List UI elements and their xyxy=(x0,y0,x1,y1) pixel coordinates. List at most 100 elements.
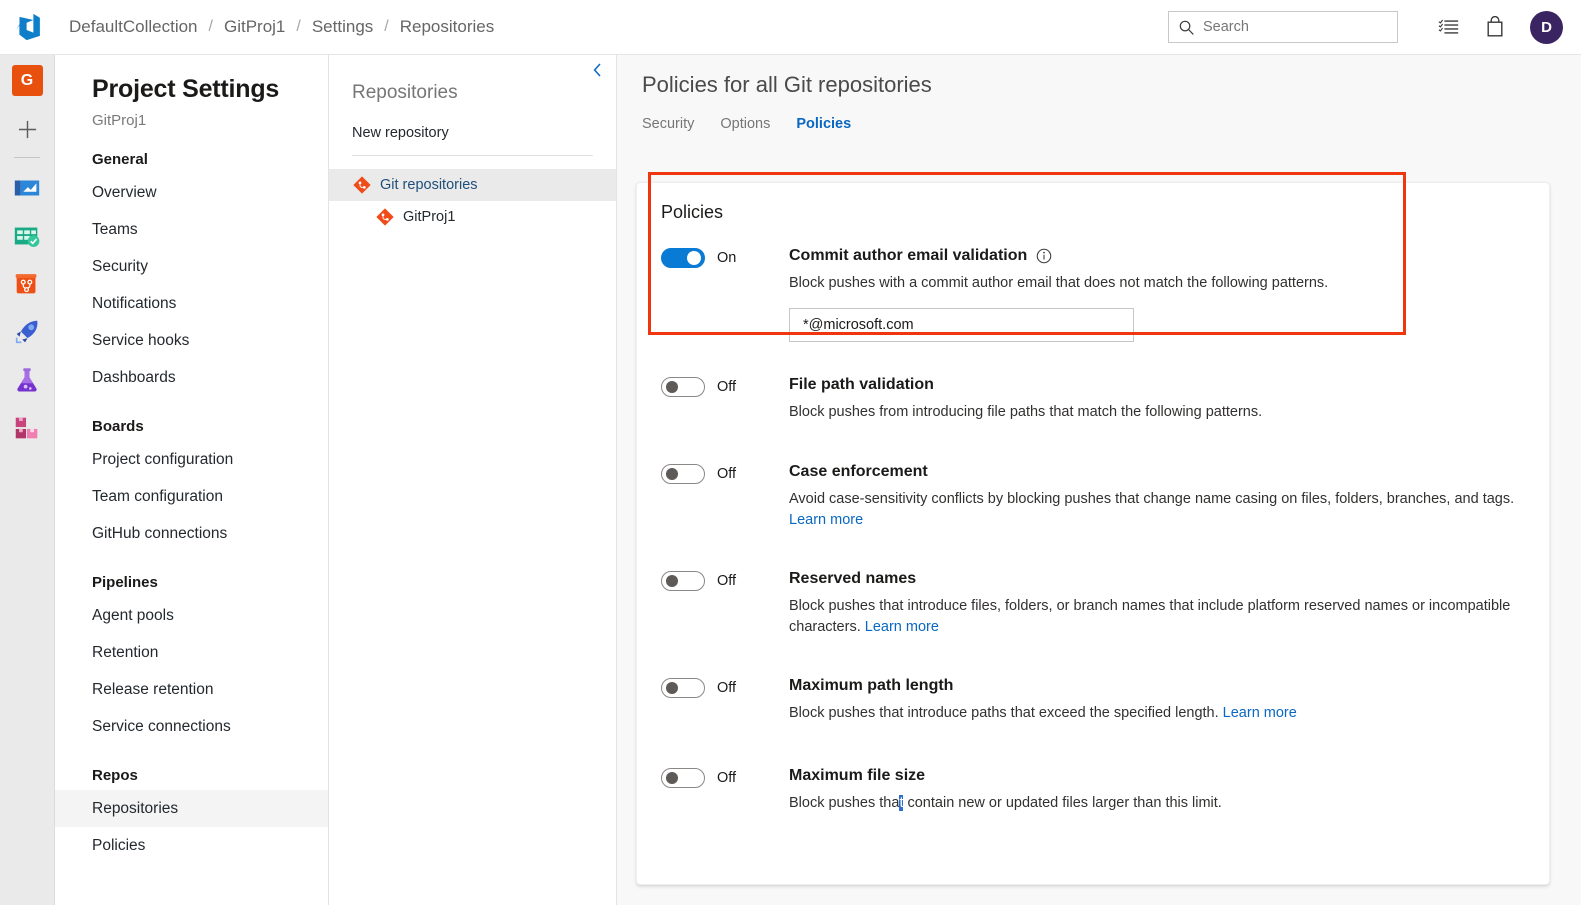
policy-description-pre: Block pushes tha xyxy=(789,795,899,811)
boards-icon[interactable] xyxy=(7,212,47,260)
toggle-reserved-names[interactable] xyxy=(661,571,705,591)
policy-row-maximum-path-length: Off Maximum path length Block pushes tha… xyxy=(637,638,1549,724)
sidebar-item-team-configuration[interactable]: Team configuration xyxy=(55,478,328,515)
sidebar-item-policies[interactable]: Policies xyxy=(55,827,328,864)
breadcrumb-item-project[interactable]: GitProj1 xyxy=(224,17,285,37)
avatar[interactable]: D xyxy=(1530,11,1563,44)
sidebar-item-repositories[interactable]: Repositories xyxy=(55,790,328,827)
toggle-maximum-path-length[interactable] xyxy=(661,678,705,698)
policy-body: Maximum file size Block pushes that cont… xyxy=(789,766,1549,814)
sidebar-item-release-retention[interactable]: Release retention xyxy=(55,671,328,708)
git-repo-icon xyxy=(375,208,394,227)
policy-title-text: Reserved names xyxy=(789,569,916,589)
policy-toggle-group: Off xyxy=(661,462,789,484)
policy-toggle-group: Off xyxy=(661,766,789,788)
app-root: DefaultCollection / GitProj1 / Settings … xyxy=(0,0,1581,905)
repo-list-item-label: GitProj1 xyxy=(403,209,455,225)
policy-row-maximum-file-size: Off Maximum file size Block pushes that … xyxy=(637,724,1549,814)
policy-body: Reserved names Block pushes that introdu… xyxy=(789,569,1549,638)
toggle-state-label: Off xyxy=(717,379,736,395)
learn-more-link[interactable]: Learn more xyxy=(1223,705,1297,721)
email-pattern-input[interactable]: *@microsoft.com xyxy=(789,308,1134,342)
panel-spacer xyxy=(329,156,616,169)
toggle-state-label: Off xyxy=(717,770,736,786)
policy-title-text: Maximum file size xyxy=(789,766,925,786)
sidebar-item-github-connections[interactable]: GitHub connections xyxy=(55,515,328,552)
nav-group-general: General xyxy=(55,129,328,174)
sidebar-item-notifications[interactable]: Notifications xyxy=(55,285,328,322)
test-plans-icon[interactable] xyxy=(7,356,47,404)
tab-policies[interactable]: Policies xyxy=(796,116,851,137)
policy-title: Case enforcement xyxy=(789,462,1521,482)
repositories-panel: Repositories New repository Git reposito… xyxy=(329,55,617,905)
policy-body: Maximum path length Block pushes that in… xyxy=(789,676,1549,724)
toggle-maximum-file-size[interactable] xyxy=(661,768,705,788)
sidebar-item-project-configuration[interactable]: Project configuration xyxy=(55,441,328,478)
policy-body: Case enforcement Avoid case-sensitivity … xyxy=(789,462,1549,531)
policy-description-text: Block pushes that introduce paths that e… xyxy=(789,705,1219,721)
toggle-state-label: Off xyxy=(717,573,736,589)
project-settings-nav: Project Settings GitProj1 General Overvi… xyxy=(55,55,329,905)
tab-options[interactable]: Options xyxy=(720,116,770,137)
pipelines-icon[interactable] xyxy=(7,308,47,356)
sidebar-item-overview[interactable]: Overview xyxy=(55,174,328,211)
marketplace-bag-icon[interactable] xyxy=(1472,7,1518,47)
search-icon xyxy=(1169,19,1203,36)
policy-description: Block pushes that introduce paths that e… xyxy=(789,703,1521,724)
info-icon[interactable] xyxy=(1036,248,1052,264)
rail-divider xyxy=(14,157,40,158)
toggle-commit-author-email-validation[interactable] xyxy=(661,248,705,268)
policy-body: File path validation Block pushes from i… xyxy=(789,375,1549,423)
toggle-case-enforcement[interactable] xyxy=(661,464,705,484)
repos-icon[interactable] xyxy=(7,260,47,308)
policies-card: Policies On Commit author email validati… xyxy=(636,182,1550,885)
policy-title-text: Case enforcement xyxy=(789,462,928,482)
work-items-icon[interactable] xyxy=(1426,7,1472,47)
policy-title-text: Maximum path length xyxy=(789,676,953,696)
policy-description: Block pushes with a commit author email … xyxy=(789,273,1521,294)
breadcrumb-item-settings[interactable]: Settings xyxy=(312,17,373,37)
git-repo-icon xyxy=(352,176,371,195)
sidebar-item-security[interactable]: Security xyxy=(55,248,328,285)
chevron-left-icon[interactable] xyxy=(586,59,608,81)
main-content: Policies for all Git repositories Securi… xyxy=(617,55,1581,905)
policy-title-text: File path validation xyxy=(789,375,934,395)
repo-list-item-git-repositories[interactable]: Git repositories xyxy=(329,169,616,201)
tab-security[interactable]: Security xyxy=(642,116,694,137)
sidebar-item-teams[interactable]: Teams xyxy=(55,211,328,248)
toggle-state-label: Off xyxy=(717,680,736,696)
search-input[interactable]: Search xyxy=(1168,11,1398,43)
policy-title: Maximum file size xyxy=(789,766,1521,786)
repositories-panel-title: Repositories xyxy=(329,55,616,104)
left-icon-rail: G xyxy=(0,55,55,905)
breadcrumb-separator: / xyxy=(285,18,311,36)
sidebar-item-retention[interactable]: Retention xyxy=(55,634,328,671)
artifacts-icon[interactable] xyxy=(7,404,47,452)
add-icon[interactable] xyxy=(7,110,47,148)
policy-description: Block pushes that introduce files, folde… xyxy=(789,596,1521,638)
overview-icon[interactable] xyxy=(7,164,47,212)
breadcrumb-item-collection[interactable]: DefaultCollection xyxy=(69,17,198,37)
policy-title: Commit author email validation xyxy=(789,246,1521,266)
sidebar-item-service-connections[interactable]: Service connections xyxy=(55,708,328,745)
repo-list-item-label: Git repositories xyxy=(380,177,478,193)
top-bar: DefaultCollection / GitProj1 / Settings … xyxy=(0,0,1581,55)
policy-row-file-path-validation: Off File path validation Block pushes fr… xyxy=(637,342,1549,423)
toggle-file-path-validation[interactable] xyxy=(661,377,705,397)
policy-toggle-group: On xyxy=(661,246,789,268)
project-avatar[interactable]: G xyxy=(12,65,43,96)
learn-more-link[interactable]: Learn more xyxy=(865,619,939,635)
sidebar-item-dashboards[interactable]: Dashboards xyxy=(55,359,328,396)
policy-description: Block pushes from introducing file paths… xyxy=(789,402,1521,423)
policy-row-reserved-names: Off Reserved names Block pushes that int… xyxy=(637,531,1549,638)
azure-devops-logo-icon[interactable] xyxy=(0,0,56,55)
policy-description: Avoid case-sensitivity conflicts by bloc… xyxy=(789,489,1521,531)
repo-list-item-gitproj1[interactable]: GitProj1 xyxy=(329,201,616,233)
policy-row-case-enforcement: Off Case enforcement Avoid case-sensitiv… xyxy=(637,423,1549,531)
breadcrumb: DefaultCollection / GitProj1 / Settings … xyxy=(56,17,494,37)
breadcrumb-item-repositories[interactable]: Repositories xyxy=(400,17,495,37)
learn-more-link[interactable]: Learn more xyxy=(789,512,863,528)
sidebar-item-service-hooks[interactable]: Service hooks xyxy=(55,322,328,359)
sidebar-item-agent-pools[interactable]: Agent pools xyxy=(55,597,328,634)
new-repository-button[interactable]: New repository xyxy=(329,104,616,141)
